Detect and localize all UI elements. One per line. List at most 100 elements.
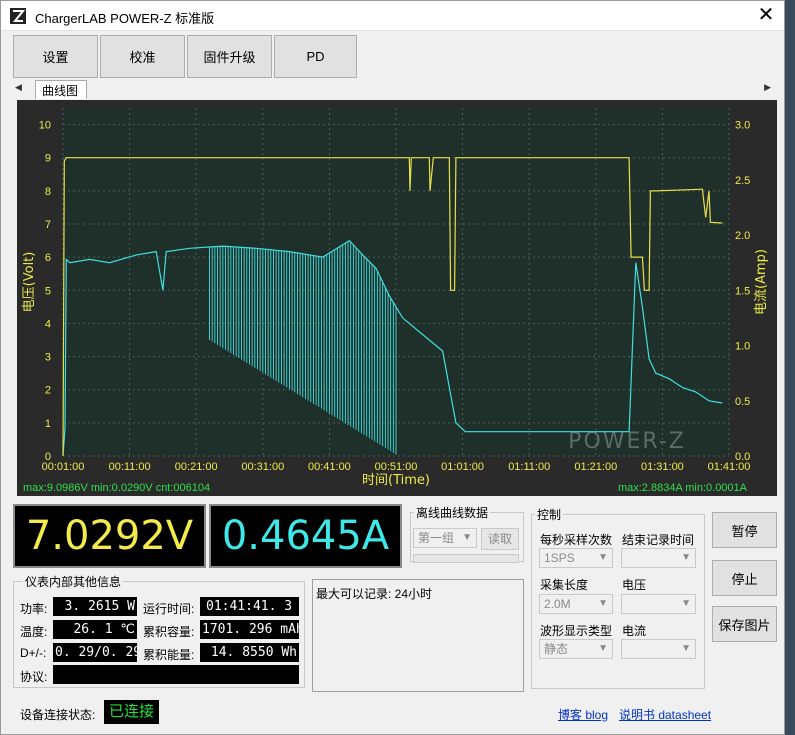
y-right-tick-label: 2.5 [735,175,750,187]
current-readout: 0.4645A [221,513,390,559]
x-tick-label: 01:21:00 [574,461,617,473]
chevron-down-icon: ▼ [681,552,691,563]
power-label: 功率: [20,602,48,616]
pd-button[interactable]: PD [274,35,357,78]
y-left-tick-label: 3 [45,352,51,364]
firmware-upgrade-button[interactable]: 固件升级 [187,35,272,78]
y-left-tick-label: 6 [45,252,51,264]
internal-info-group-label: 仪表内部其他信息 [23,573,124,590]
wave-type-select[interactable]: 静态 ▼ [539,639,613,659]
offline-group-select-value: 第一组 [418,531,455,545]
end-time-label: 结束记录时间 [622,533,695,547]
curve-chart: 00:01:00 00:11:00 00:21:00 00:31:00 00:41:00… [17,100,777,496]
close-button[interactable]: ✕ [752,3,780,29]
read-button[interactable]: 读取 [481,528,519,550]
y-left-tick-label: 9 [45,153,51,165]
current-stats: max:2.8834A min:0.0001A [618,482,748,494]
x-tick-label: 01:31:00 [641,461,684,473]
desktop-background [785,0,795,735]
calibrate-button[interactable]: 校准 [100,35,185,78]
x-tick-label: 01:11:00 [508,461,550,473]
chevron-down-icon: ▼ [598,552,608,563]
save-image-button[interactable]: 保存图片 [712,606,777,642]
control-group-label: 控制 [535,506,564,523]
capacity-label: 累积容量: [143,625,195,639]
blog-link[interactable]: 博客 blog [558,706,608,723]
y-right-tick-label: 2.0 [735,230,750,242]
y-left-tick-label: 4 [45,318,51,330]
energy-value: 14. 8550 Wh [200,643,299,662]
y-right-tick-label: 1.5 [735,285,750,297]
x-tick-label: 00:31:00 [241,461,284,473]
y-left-tick-label: 7 [45,219,51,231]
y-right-tick-label: 0.5 [735,396,750,408]
title-bar: ChargerLAB POWER-Z 标准版 ✕ [1,1,784,31]
x-tick-label: 00:11:00 [109,461,151,473]
y-left-tick-label: 5 [45,285,51,297]
y-left-tick-label: 0 [45,451,51,463]
y-right-axis-label: 电流(Amp) [754,249,769,315]
offline-group-select[interactable]: 第一组 ▼ [413,528,477,548]
tab-next-arrow-icon[interactable]: ▶ [764,82,771,93]
app-window: ChargerLAB POWER-Z 标准版 ✕ 设置 校准 固件升级 PD ◀… [0,0,785,735]
wave-type-label: 波形显示类型 [540,624,613,638]
tab-prev-arrow-icon[interactable]: ◀ [15,82,22,93]
capture-length-label: 采集长度 [540,578,589,592]
y-right-tick-label: 1.0 [735,341,750,353]
connection-status-badge: 已连接 [104,700,159,724]
pause-button[interactable]: 暂停 [712,512,777,548]
wave-type-value: 静态 [544,642,569,656]
y-left-tick-label: 10 [39,120,51,132]
y-left-tick-label: 8 [45,186,51,198]
voltage-display: 7.0292V [13,504,206,568]
chevron-down-icon: ▼ [681,643,691,654]
log-box: 最大可以记录: 24小时 [312,579,524,692]
current-display: 0.4645A [209,504,402,568]
y-left-tick-label: 1 [45,418,51,430]
max-record-text: 最大可以记录: 24小时 [316,587,433,601]
end-time-select[interactable]: ▼ [621,548,696,568]
runtime-value: 01:41:41. 3 [200,597,299,616]
voltage-trigger-label: 电压 [622,578,647,592]
chart-svg: 00:01:00 00:11:00 00:21:00 00:31:00 00:41:00… [22,108,769,494]
energy-label: 累积能量: [143,648,195,662]
capture-length-select[interactable]: 2.0M ▼ [539,594,613,614]
y-right-tick-label: 0.0 [735,451,750,463]
sample-rate-label: 每秒采样次数 [540,533,613,547]
tab-strip: ◀ 曲线图 ▶ [9,80,775,99]
x-axis-label: 时间(Time) [362,473,430,488]
chevron-down-icon: ▼ [462,532,472,543]
settings-button[interactable]: 设置 [13,35,98,78]
y-left-tick-label: 2 [45,385,51,397]
tab-curve-chart[interactable]: 曲线图 [35,80,88,99]
power-z-logo-icon [10,8,26,24]
power-value: 3. 2615 W [53,597,137,616]
sample-rate-value: 1SPS [544,551,575,565]
capacity-value: 1701. 296 mAh [200,620,299,639]
x-tick-label: 00:21:00 [175,461,218,473]
stop-button[interactable]: 停止 [712,560,777,596]
connection-status-label: 设备连接状态: [20,708,96,722]
dp-dm-value: 0. 29/0. 29V [53,643,137,662]
temperature-label: 温度: [20,625,48,639]
sample-rate-select[interactable]: 1SPS ▼ [539,548,613,568]
dp-dm-label: D+/-: [20,646,47,660]
temperature-value: 26. 1 ℃ [53,620,137,639]
x-tick-label: 01:01:00 [441,461,484,473]
x-tick-label: 00:41:00 [308,461,351,473]
protocol-value [53,665,299,684]
offline-progress-bar [413,554,519,563]
current-trigger-label: 电流 [622,624,647,638]
voltage-trigger-select[interactable]: ▼ [621,594,696,614]
offline-data-group-label: 离线曲线数据 [414,504,491,521]
protocol-label: 协议: [20,670,48,684]
datasheet-link[interactable]: 说明书 datasheet [619,706,769,723]
capture-length-value: 2.0M [544,597,571,611]
voltage-readout: 7.0292V [25,513,194,559]
y-left-axis-label: 电压(Volt) [22,252,37,313]
chevron-down-icon: ▼ [598,598,608,609]
voltage-stats: max:9.0986V min:0.0290V cnt:006104 [23,482,210,494]
current-trigger-select[interactable]: ▼ [621,639,696,659]
x-tick-label: 00:51:00 [375,461,418,473]
y-right-tick-label: 3.0 [735,120,750,132]
